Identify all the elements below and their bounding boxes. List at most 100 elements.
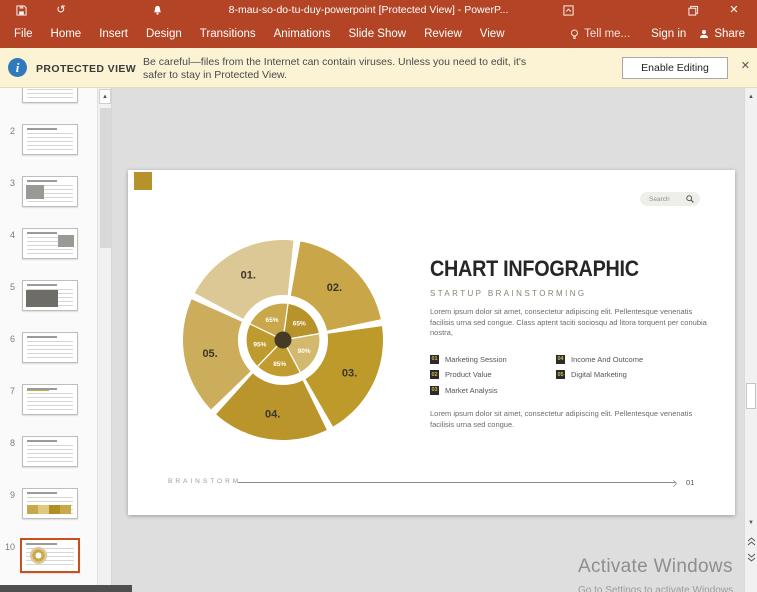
restore-window-icon[interactable]: [686, 3, 700, 17]
ribbon-tab-bar: File Home Insert Design Transitions Anim…: [0, 20, 757, 48]
slide-body-2: Lorem ipsum dolor sit amet, consectetur …: [430, 409, 693, 429]
svg-text:03.: 03.: [342, 367, 357, 379]
ribbon-tab-review[interactable]: Review: [415, 20, 471, 48]
close-window-icon[interactable]: ✕: [727, 3, 741, 17]
legend-label: Marketing Session: [445, 354, 507, 364]
slide-title: CHART INFOGRAPHIC: [430, 256, 639, 281]
legend-item: 01 Marketing Session: [430, 352, 556, 368]
scroll-up-icon[interactable]: ▲: [745, 90, 757, 104]
legend-number-badge: 01: [430, 354, 439, 364]
legend-item: 05 Digital Marketing: [556, 367, 706, 383]
double-chevron-up-icon: [747, 537, 755, 546]
svg-text:02.: 02.: [327, 282, 342, 294]
slide-thumbnail-2[interactable]: [22, 124, 78, 155]
window-titlebar: ↺ 8-mau-so-do-tu-duy-powerpoint [Protect…: [0, 0, 757, 20]
thumbnail-scroll-up-icon[interactable]: ▲: [99, 89, 111, 104]
share-button[interactable]: Share: [699, 28, 745, 40]
legend-item: 03 Market Analysis: [430, 383, 556, 399]
thumbnail-row: 3: [0, 176, 97, 216]
legend-number-badge: 04: [556, 354, 565, 364]
thumbnail-row: [0, 88, 97, 112]
thumbnail-scrollbar[interactable]: ▲: [97, 88, 112, 592]
double-chevron-down-icon: [747, 553, 755, 562]
vertical-scrollbar[interactable]: ▲ ▼: [744, 88, 757, 592]
powerpoint-window: ↺ 8-mau-so-do-tu-duy-powerpoint [Protect…: [0, 0, 757, 592]
thumbnail-number: 2: [9, 126, 15, 136]
thumbnail-number: 5: [9, 282, 15, 292]
thumbnail-row: 10: [0, 538, 97, 580]
slide-accent-square: [134, 172, 152, 190]
thumbnail-number: 6: [9, 334, 15, 344]
ribbon-tab-home[interactable]: Home: [42, 20, 91, 48]
enable-editing-button[interactable]: Enable Editing: [622, 57, 728, 79]
svg-text:85%: 85%: [273, 361, 286, 368]
scroll-down-icon[interactable]: ▼: [745, 516, 757, 530]
slide-body-1: Lorem ipsum dolor sit amet, consectetur …: [430, 307, 707, 337]
slide-thumbnail-3[interactable]: [22, 176, 78, 207]
watermark-line1: Activate Windows: [578, 556, 733, 577]
svg-text:95%: 95%: [253, 342, 266, 349]
thumbnail-number: 10: [4, 542, 15, 552]
scrollbar-thumb[interactable]: [746, 383, 756, 409]
protected-view-message-line2: safer to stay in Protected View.: [143, 68, 287, 81]
ribbon-display-options-icon[interactable]: [561, 3, 575, 17]
slide-footer-label: BRAINSTORM: [168, 478, 242, 485]
share-label: Share: [714, 28, 745, 40]
slide-thumbnail-4[interactable]: [22, 228, 78, 259]
save-icon[interactable]: [14, 3, 28, 17]
svg-text:90%: 90%: [298, 348, 311, 355]
legend-label: Product Value: [445, 370, 492, 380]
thumbnail-row: 8: [0, 436, 97, 476]
slide-text-column: CHART INFOGRAPHIC STARTUP BRAINSTORMING …: [430, 256, 712, 430]
protected-view-label: PROTECTED VIEW: [36, 63, 137, 75]
thumbnail-row: 5: [0, 280, 97, 320]
tell-me-label: Tell me...: [584, 28, 631, 40]
slide-thumbnail-7[interactable]: [22, 384, 78, 415]
thumbnail-number: 9: [9, 490, 15, 500]
slide-search-box: Search: [640, 192, 700, 206]
slide-thumbnail-1[interactable]: [22, 88, 78, 103]
svg-text:05.: 05.: [202, 348, 217, 360]
undo-icon[interactable]: ↺: [54, 3, 68, 17]
search-icon: [686, 195, 694, 203]
ribbon-tab-design[interactable]: Design: [137, 20, 191, 48]
svg-text:65%: 65%: [265, 317, 278, 324]
legend-item: 02 Product Value: [430, 367, 556, 383]
window-title: 8-mau-so-do-tu-duy-powerpoint [Protected…: [228, 4, 509, 16]
protected-view-bar: i PROTECTED VIEW Be careful—files from t…: [0, 48, 757, 88]
ribbon-tab-transitions[interactable]: Transitions: [191, 20, 265, 48]
slide-search-label: Search: [649, 195, 670, 203]
ribbon-tab-view[interactable]: View: [471, 20, 514, 48]
legend-column-2: 04 Income And Outcome 05 Digital Marketi…: [556, 352, 706, 399]
thumbnail-row: 6: [0, 332, 97, 372]
slide-thumbnail-panel: 2 3 4 5 6 7 8 9 10: [0, 88, 97, 592]
slide-thumbnail-10-selected[interactable]: [20, 538, 80, 573]
legend-number-badge: 05: [556, 370, 565, 380]
previous-slide-button[interactable]: [745, 534, 757, 549]
slide-thumbnail-6[interactable]: [22, 332, 78, 363]
slide-canvas[interactable]: Search 01. 02. 03. 04. 05. 65% 65% 90% 85% 95% CH…: [128, 170, 735, 515]
slide-thumbnail-8[interactable]: [22, 436, 78, 467]
thumbnail-number: 4: [9, 230, 15, 240]
tell-me-box[interactable]: Tell me...: [570, 28, 630, 40]
ribbon-tab-slide-show[interactable]: Slide Show: [340, 20, 416, 48]
legend-number-badge: 03: [430, 385, 439, 395]
slide-thumbnail-9[interactable]: [22, 488, 78, 519]
lightbulb-icon: [571, 29, 579, 39]
sign-in-button[interactable]: Sign in: [651, 28, 686, 40]
next-slide-button[interactable]: [745, 550, 757, 565]
ribbon-tab-animations[interactable]: Animations: [265, 20, 340, 48]
slide-page-number: 01: [686, 478, 695, 487]
message-bar-close-icon[interactable]: ✕: [741, 61, 750, 72]
ribbon-tab-file[interactable]: File: [5, 20, 42, 48]
thumbnail-row: 7: [0, 384, 97, 424]
thumbnail-row: 9: [0, 488, 97, 528]
thumbnail-scrollbar-thumb[interactable]: [100, 108, 111, 248]
legend-item: 04 Income And Outcome: [556, 352, 706, 368]
legend-label: Market Analysis: [445, 385, 498, 395]
ribbon-tab-insert[interactable]: Insert: [90, 20, 137, 48]
slide-thumbnail-5[interactable]: [22, 280, 78, 311]
legend-label: Income And Outcome: [571, 354, 644, 364]
thumbnail-number: 8: [9, 438, 15, 448]
svg-text:04.: 04.: [265, 408, 280, 420]
